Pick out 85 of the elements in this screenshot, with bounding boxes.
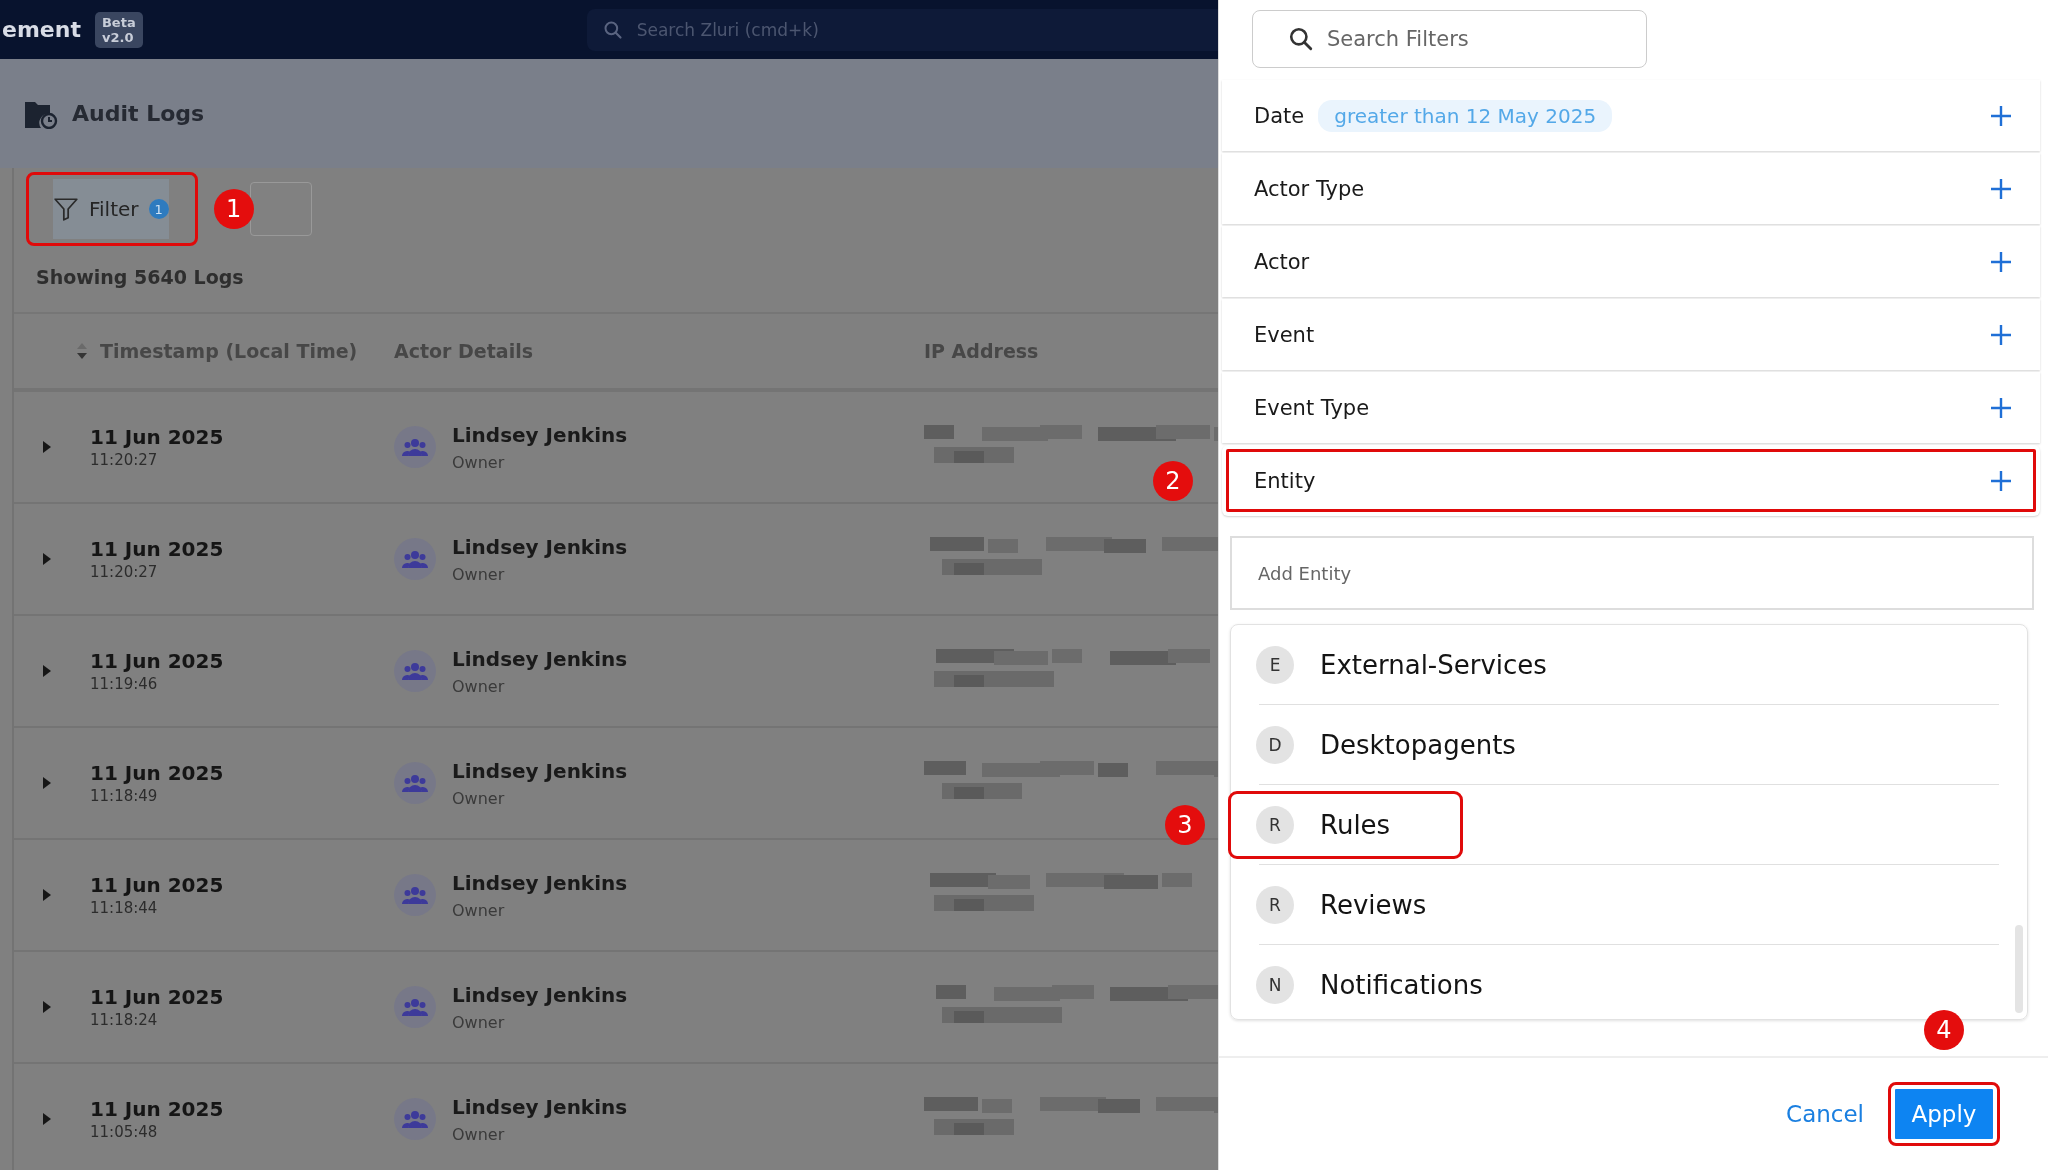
actor-role: Owner: [452, 900, 506, 920]
search-field[interactable]: Search Zluri (cmd+k): [586, 8, 1218, 51]
filter-row[interactable]: Entity: [1222, 445, 2040, 516]
entity-option[interactable]: R Rules: [1231, 793, 1461, 856]
initial-avatar: R: [1256, 805, 1294, 844]
plus-icon[interactable]: [1990, 177, 2012, 200]
count-badge: 1: [148, 199, 169, 219]
plus-icon[interactable]: [1990, 396, 2012, 419]
group-avatar-icon: [394, 986, 436, 1028]
group-avatar-icon: [394, 874, 436, 916]
actor-role: Owner: [452, 1124, 506, 1144]
actor-role: Owner: [452, 1012, 506, 1032]
log-date: 11 Jun 2025: [90, 761, 224, 785]
page-title: Audit Logs: [72, 101, 205, 126]
log-time: 11:20:27: [90, 563, 159, 581]
log-time: 11:18:44: [90, 899, 159, 917]
version-badge: Beta v2.0: [94, 11, 143, 48]
step-marker: 1: [213, 189, 254, 229]
plus-icon[interactable]: [1990, 323, 2012, 346]
group-avatar-icon: [394, 650, 436, 692]
initial-avatar: D: [1256, 725, 1294, 764]
caret-right-icon[interactable]: [42, 1000, 52, 1014]
plus-icon[interactable]: [1990, 104, 2012, 127]
log-time: 11:18:24: [90, 1011, 159, 1029]
group-avatar-icon: [394, 762, 436, 804]
step-marker: 4: [1924, 1010, 1964, 1050]
filter-row[interactable]: Event: [1222, 299, 2040, 370]
column-header: IP Address: [924, 340, 1039, 362]
actor-name: Lindsey Jenkins: [452, 982, 628, 1007]
column-header: Actor Details: [394, 340, 533, 362]
group-avatar-icon: [394, 426, 436, 468]
actor-name: Lindsey Jenkins: [452, 1094, 628, 1119]
log-date: 11 Jun 2025: [90, 425, 224, 449]
initial-avatar: N: [1256, 965, 1294, 1004]
filter-value-chip: greater than 12 May 2025: [1318, 99, 1613, 132]
plus-icon[interactable]: [1990, 469, 2012, 492]
actor-name: Lindsey Jenkins: [452, 758, 628, 783]
scrollbar-thumb[interactable]: [2015, 925, 2023, 1013]
log-date: 11 Jun 2025: [90, 1097, 224, 1121]
log-date: 11 Jun 2025: [90, 537, 224, 561]
search-field[interactable]: Search Filters: [1252, 10, 1647, 68]
filter-row[interactable]: Actor: [1222, 226, 2040, 297]
cancel-button[interactable]: Cancel: [1786, 1101, 1864, 1127]
entity-option[interactable]: E External-Services: [1231, 633, 1617, 696]
log-time: 11:20:27: [90, 451, 159, 469]
actor-name: Lindsey Jenkins: [452, 870, 628, 895]
actor-role: Owner: [452, 676, 506, 696]
column-header: Timestamp (Local Time): [100, 340, 358, 362]
apply-button[interactable]: Apply: [1888, 1082, 2000, 1146]
caret-right-icon[interactable]: [42, 440, 52, 454]
actor-role: Owner: [452, 788, 506, 808]
log-time: 11:18:49: [90, 787, 159, 805]
initial-avatar: E: [1256, 645, 1294, 684]
actor-role: Owner: [452, 452, 506, 472]
actor-name: Lindsey Jenkins: [452, 422, 628, 447]
actor-name: Lindsey Jenkins: [452, 646, 628, 671]
log-date: 11 Jun 2025: [90, 985, 224, 1009]
plus-icon[interactable]: [1990, 250, 2012, 273]
entity-option[interactable]: N Notifications: [1231, 953, 1553, 1016]
filter-row[interactable]: Actor Type: [1222, 153, 2040, 224]
caret-right-icon[interactable]: [42, 776, 52, 790]
entity-option[interactable]: D Desktopagents: [1231, 713, 1586, 776]
entity-option[interactable]: R Reviews: [1231, 873, 1497, 936]
initial-avatar: R: [1256, 885, 1294, 924]
log-date: 11 Jun 2025: [90, 649, 224, 673]
filter-row[interactable]: Event Type: [1222, 372, 2040, 443]
filter-row[interactable]: Date greater than 12 May 2025: [1222, 80, 2040, 151]
caret-right-icon[interactable]: [42, 1112, 52, 1126]
log-time: 11:19:46: [90, 675, 159, 693]
actor-role: Owner: [452, 564, 506, 584]
log-date: 11 Jun 2025: [90, 873, 224, 897]
app-title: ement: [2, 17, 81, 42]
actor-name: Lindsey Jenkins: [452, 534, 628, 559]
log-count: Showing 5640 Logs: [35, 265, 245, 290]
group-avatar-icon: [394, 1098, 436, 1140]
funnel-icon: [53, 196, 79, 222]
search-icon: [602, 19, 623, 40]
filter-button[interactable]: Filter 1: [26, 172, 198, 246]
caret-right-icon[interactable]: [42, 664, 52, 678]
caret-right-icon[interactable]: [42, 552, 52, 566]
input-field[interactable]: Add Entity: [1230, 536, 2034, 610]
group-avatar-icon: [394, 538, 436, 580]
caret-right-icon[interactable]: [42, 888, 52, 902]
log-time: 11:05:48: [90, 1123, 159, 1141]
search-icon: [1288, 26, 1314, 52]
